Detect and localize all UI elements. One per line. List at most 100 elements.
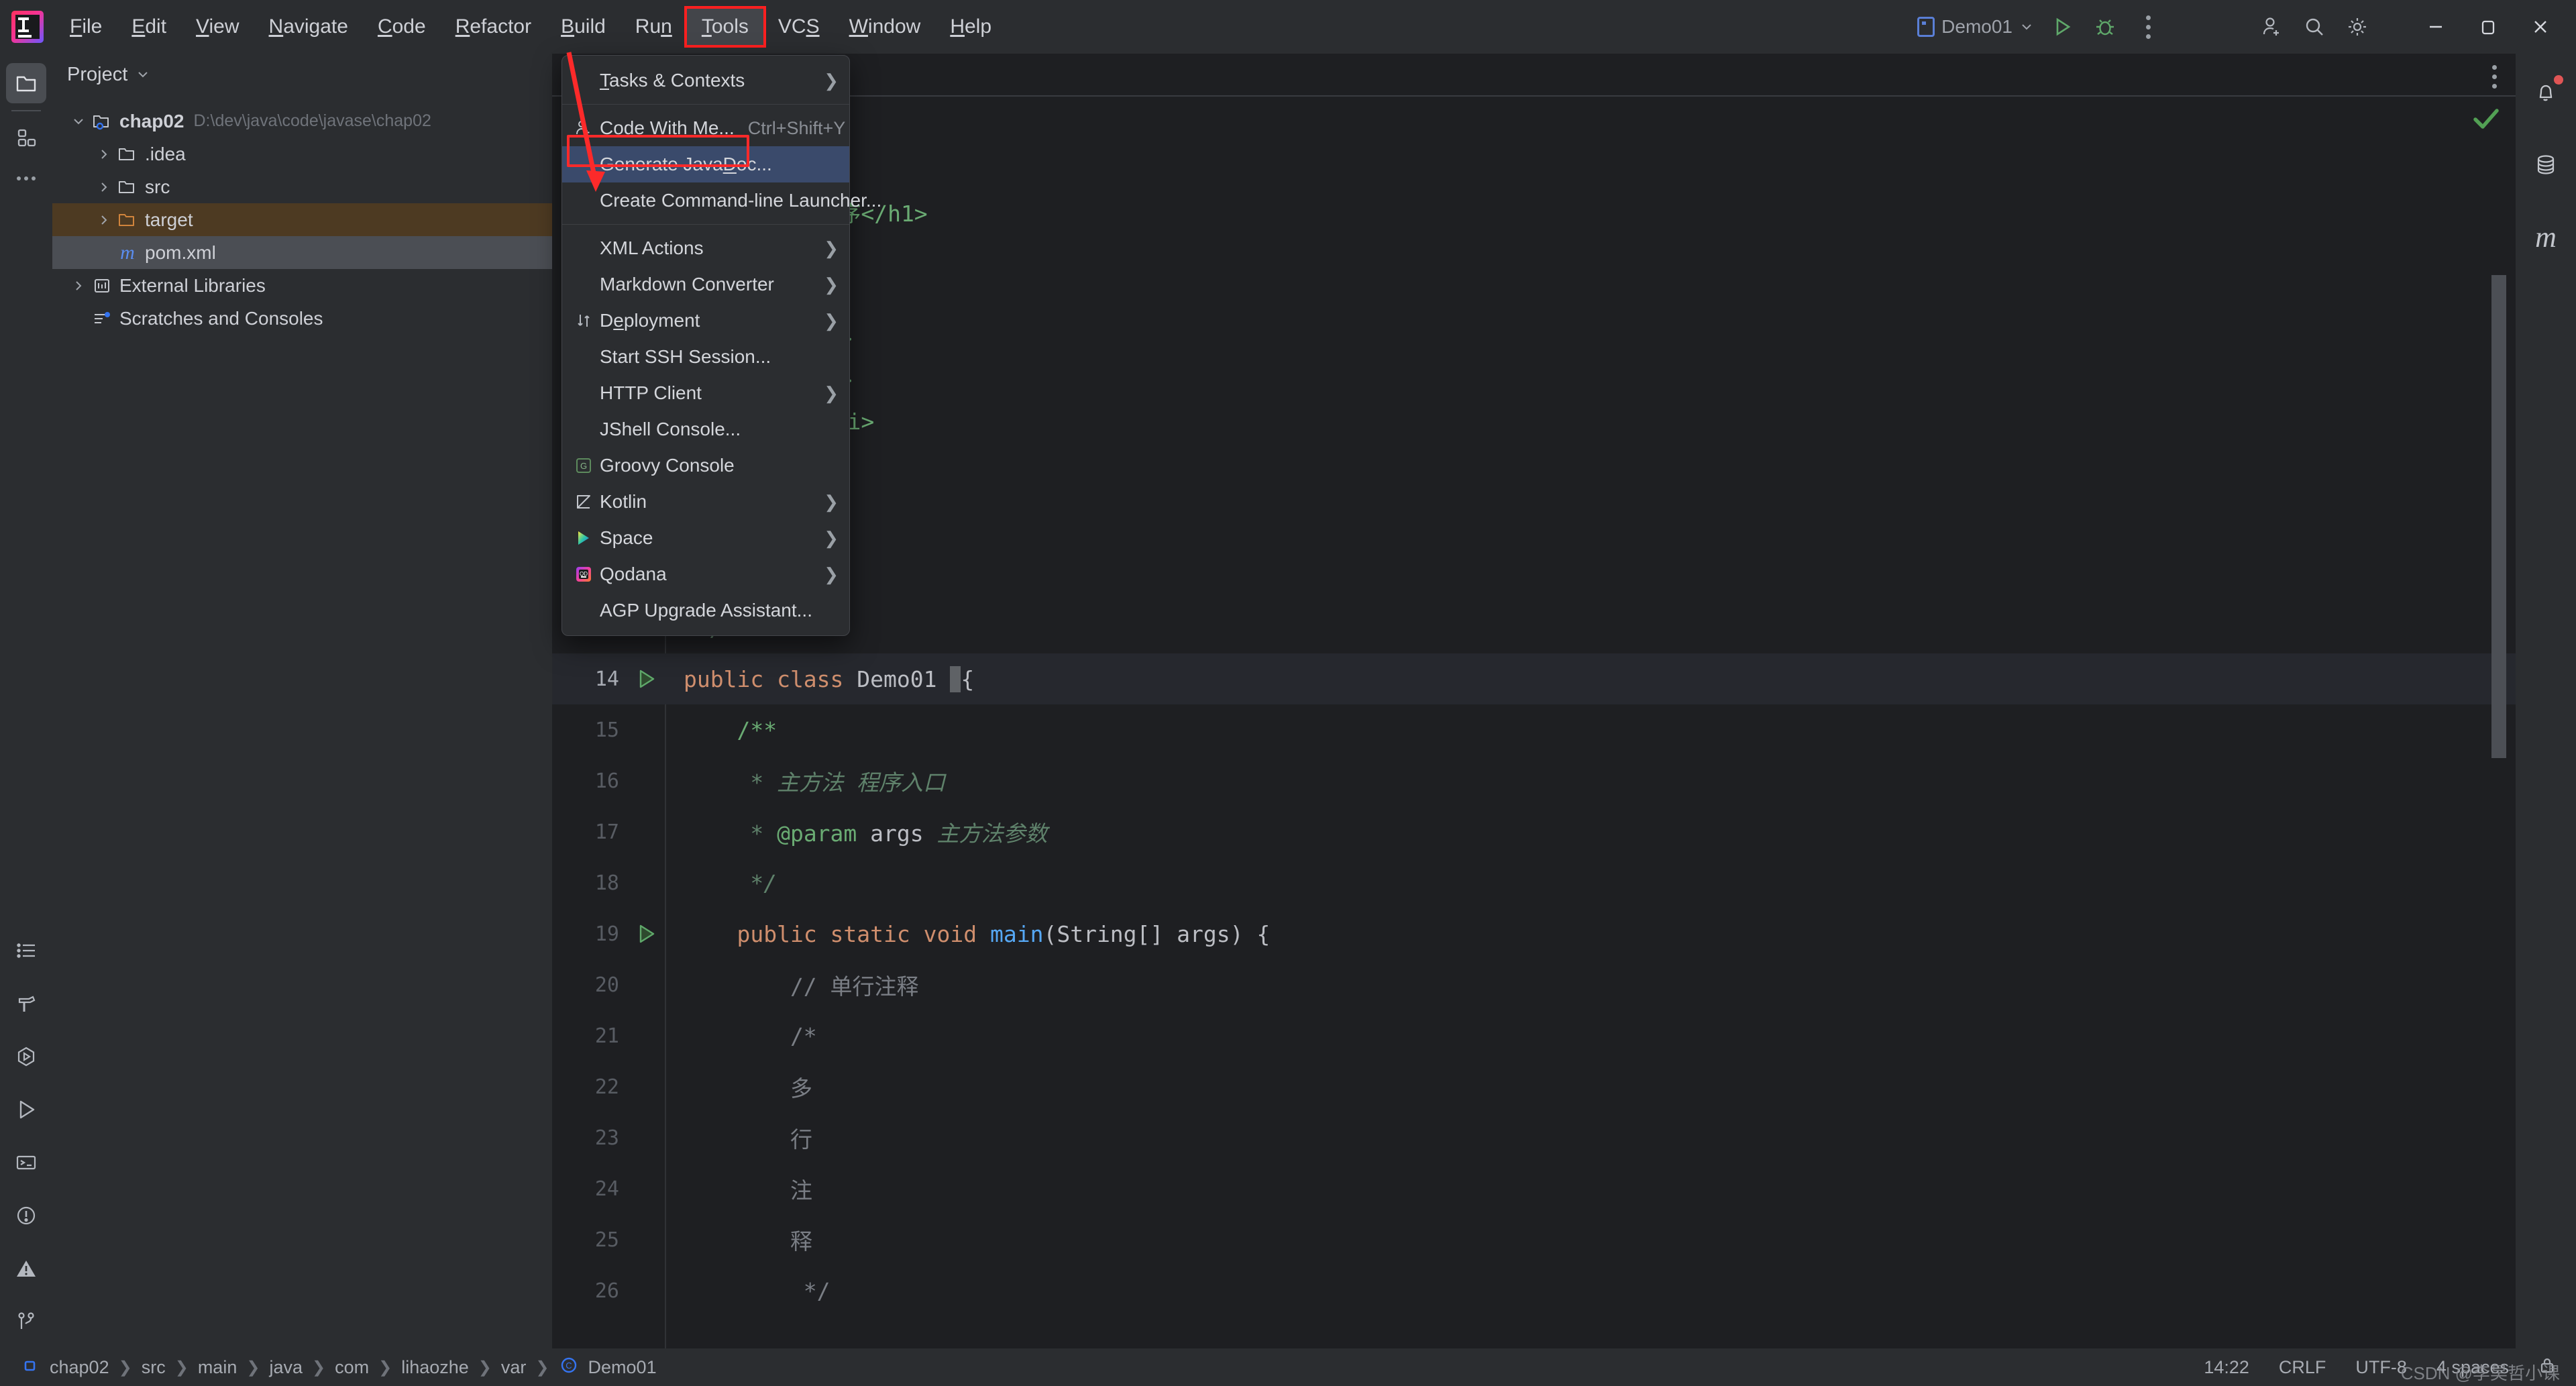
menu-item-qodana[interactable]: QD Qodana ❯ xyxy=(562,556,849,592)
code-row[interactable]: 25 释 xyxy=(552,1214,2516,1265)
code-row[interactable]: 22 多 xyxy=(552,1061,2516,1112)
menu-refactor[interactable]: Refactor xyxy=(441,9,546,45)
code-row[interactable]: 17 * @param args 主方法参数 xyxy=(552,806,2516,857)
menu-edit[interactable]: Edit xyxy=(117,9,181,45)
settings-gear-button[interactable] xyxy=(2336,5,2379,48)
search-button[interactable] xyxy=(2293,5,2336,48)
breadcrumb-item[interactable]: src xyxy=(136,1357,171,1378)
structure-tool-icon[interactable] xyxy=(6,118,46,158)
more-options-button[interactable] xyxy=(2127,5,2169,48)
tools-dropdown-menu[interactable]: Tasks & Contexts ❯ Code With Me... Ctrl+… xyxy=(561,55,881,636)
breadcrumb-item[interactable]: var xyxy=(496,1357,532,1378)
menu-file[interactable]: File xyxy=(55,9,117,45)
code-row[interactable]: 16 * 主方法 程序入口 xyxy=(552,755,2516,806)
chevron-right-icon[interactable] xyxy=(67,279,90,292)
menu-item-generate-javadoc[interactable]: Generate JavaDoc... xyxy=(562,146,849,182)
breadcrumb-item[interactable]: java xyxy=(264,1357,308,1378)
git-branch-icon[interactable] xyxy=(6,1301,46,1342)
menu-item-groovy-console[interactable]: G Groovy Console xyxy=(562,447,849,484)
warnings-tool-icon[interactable] xyxy=(6,1248,46,1289)
line-number: 24 xyxy=(594,1177,619,1201)
chevron-down-icon[interactable] xyxy=(136,67,150,82)
run-gutter-marker[interactable] xyxy=(627,668,665,690)
tree-node-chap02[interactable]: chap02 D:\dev\java\code\javase\chap02 xyxy=(52,105,552,138)
project-panel-header[interactable]: Project xyxy=(52,54,552,95)
tree-node-scratches-and-consoles[interactable]: Scratches and Consoles xyxy=(52,302,552,335)
file-encoding[interactable]: UTF-8 xyxy=(2355,1357,2407,1378)
maven-icon[interactable]: m xyxy=(2526,217,2566,258)
menu-bar[interactable]: File Edit View Navigate Code Refactor Bu… xyxy=(55,0,1006,54)
terminal-tool-icon[interactable] xyxy=(6,1142,46,1183)
run-button[interactable] xyxy=(2041,5,2084,48)
run-gutter-marker[interactable] xyxy=(627,922,665,945)
menu-item-create-command-line-launcher[interactable]: Create Command-line Launcher... xyxy=(562,182,881,219)
menu-item-jshell-console[interactable]: JShell Console... xyxy=(562,411,849,447)
code-row[interactable]: 20 // 单行注释 xyxy=(552,959,2516,1010)
project-tool-icon[interactable] xyxy=(6,63,46,103)
minimize-window-button[interactable] xyxy=(2410,0,2462,54)
more-tool-icon[interactable] xyxy=(6,158,46,199)
menu-window[interactable]: Window xyxy=(835,9,936,45)
menu-navigate[interactable]: Navigate xyxy=(254,9,363,45)
menu-item-markdown-converter[interactable]: Markdown Converter ❯ xyxy=(562,266,849,303)
menu-item-http-client[interactable]: HTTP Client ❯ xyxy=(562,375,849,411)
notification-badge xyxy=(2554,75,2563,85)
run-configuration-selector[interactable]: Demo01 xyxy=(1911,8,2041,46)
breadcrumb-item[interactable]: com xyxy=(329,1357,374,1378)
menu-item-start-ssh-session[interactable]: Start SSH Session... xyxy=(562,339,849,375)
tree-node-pom-xml[interactable]: m pom.xml xyxy=(52,236,552,269)
menu-item-agp-upgrade-assistant[interactable]: AGP Upgrade Assistant... xyxy=(562,592,849,629)
tree-node-src[interactable]: src xyxy=(52,170,552,203)
code-row-current[interactable]: 14 public class Demo01 { xyxy=(552,653,2516,704)
breadcrumb-item-class[interactable]: Demo01 xyxy=(583,1357,662,1378)
chevron-down-icon[interactable] xyxy=(67,114,90,129)
code-row[interactable]: 21 /* xyxy=(552,1010,2516,1061)
chevron-right-icon[interactable] xyxy=(93,213,115,227)
menu-item-xml-actions[interactable]: XML Actions ❯ xyxy=(562,230,849,266)
menu-view[interactable]: View xyxy=(181,9,254,45)
menu-code[interactable]: Code xyxy=(363,9,441,45)
tree-node-label: .idea xyxy=(145,143,186,164)
breadcrumb-item[interactable]: main xyxy=(193,1357,243,1378)
close-window-button[interactable] xyxy=(2514,0,2567,54)
chevron-right-icon[interactable] xyxy=(93,180,115,194)
breadcrumb-item[interactable]: lihaozhe xyxy=(396,1357,474,1378)
code-row[interactable]: 23 行 xyxy=(552,1112,2516,1163)
todo-tool-icon[interactable] xyxy=(6,930,46,971)
caret-position[interactable]: 14:22 xyxy=(2204,1357,2249,1378)
menu-item-label: Code With Me... xyxy=(600,117,735,138)
debug-button[interactable] xyxy=(2084,5,2127,48)
maximize-window-button[interactable] xyxy=(2462,0,2514,54)
tree-node-path: D:\dev\java\code\javase\chap02 xyxy=(193,111,431,130)
editor-vertical-scrollbar[interactable] xyxy=(2491,275,2506,758)
breadcrumb-item[interactable]: chap02 xyxy=(44,1357,115,1378)
notifications-bell-icon[interactable] xyxy=(2526,72,2566,113)
database-icon[interactable] xyxy=(2526,145,2566,185)
tree-node-idea[interactable]: .idea xyxy=(52,138,552,170)
code-row[interactable]: 19 public static void main(String[] args… xyxy=(552,908,2516,959)
menu-build[interactable]: Build xyxy=(546,9,621,45)
code-row[interactable]: 26 */ xyxy=(552,1265,2516,1316)
problems-tool-icon[interactable] xyxy=(6,1195,46,1236)
add-user-button[interactable] xyxy=(2250,5,2293,48)
tree-node-target[interactable]: target xyxy=(52,203,552,236)
chevron-right-icon[interactable] xyxy=(93,148,115,161)
editor-more-options-button[interactable] xyxy=(2480,64,2509,89)
services-tool-icon[interactable] xyxy=(6,1036,46,1077)
run-tool-icon[interactable] xyxy=(6,1089,46,1130)
code-row[interactable]: 18 */ xyxy=(552,857,2516,908)
code-row[interactable]: 15 /** xyxy=(552,704,2516,755)
menu-item-space[interactable]: Space ❯ xyxy=(562,520,849,556)
code-row[interactable]: 24 注 xyxy=(552,1163,2516,1214)
line-separator[interactable]: CRLF xyxy=(2279,1357,2326,1378)
tree-node-external-libraries[interactable]: External Libraries xyxy=(52,269,552,302)
menu-vcs[interactable]: VCS xyxy=(763,9,835,45)
menu-help[interactable]: Help xyxy=(935,9,1006,45)
menu-item-deployment[interactable]: Deployment ❯ xyxy=(562,303,849,339)
menu-item-code-with-me[interactable]: Code With Me... Ctrl+Shift+Y xyxy=(562,110,849,146)
menu-item-kotlin[interactable]: Kotlin ❯ xyxy=(562,484,849,520)
menu-item-tasks-and-contexts[interactable]: Tasks & Contexts ❯ xyxy=(562,62,849,99)
build-hammer-icon[interactable] xyxy=(6,983,46,1024)
menu-run[interactable]: Run xyxy=(621,9,687,45)
menu-tools[interactable]: Tools xyxy=(684,6,766,48)
